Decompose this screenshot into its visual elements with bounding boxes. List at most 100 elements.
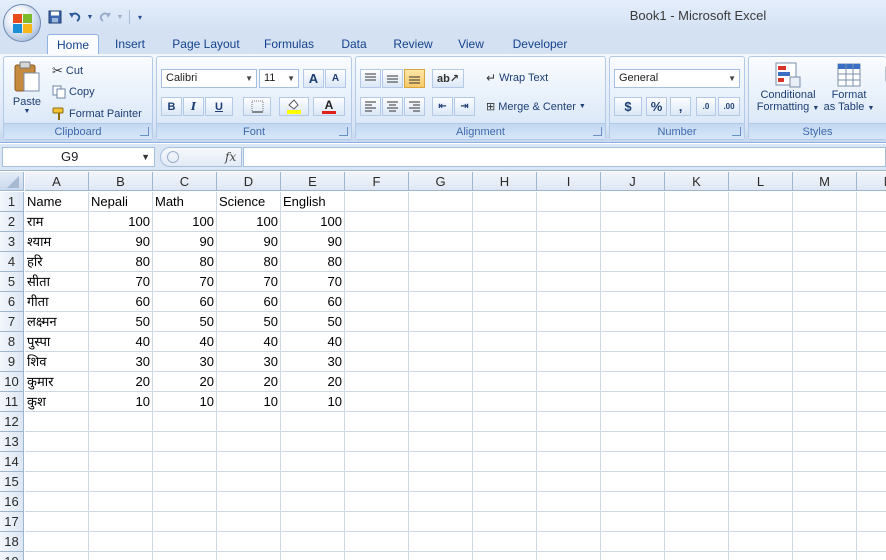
cell-b7[interactable]: 50 <box>89 312 153 332</box>
comma-button[interactable]: , <box>670 97 691 116</box>
row-header-2[interactable]: 2 <box>0 212 24 232</box>
cell-b13[interactable] <box>89 432 153 452</box>
cell-h5[interactable] <box>473 272 537 292</box>
cell-l2[interactable] <box>729 212 793 232</box>
merge-center-button[interactable]: ⊞ Merge & Center ▼ <box>486 100 586 114</box>
cell-h3[interactable] <box>473 232 537 252</box>
cell-n10[interactable] <box>857 372 886 392</box>
cell-k4[interactable] <box>665 252 729 272</box>
cell-f3[interactable] <box>345 232 409 252</box>
cell-d11[interactable]: 10 <box>217 392 281 412</box>
cell-n12[interactable] <box>857 412 886 432</box>
cell-f14[interactable] <box>345 452 409 472</box>
cell-f12[interactable] <box>345 412 409 432</box>
cell-l4[interactable] <box>729 252 793 272</box>
cell-j8[interactable] <box>601 332 665 352</box>
cell-a1[interactable]: Name <box>25 192 89 212</box>
cut-button[interactable]: ✂ Cut <box>52 63 83 79</box>
font-name-combo[interactable]: Calibri ▼ <box>161 69 257 88</box>
cell-c8[interactable]: 40 <box>153 332 217 352</box>
cell-a10[interactable]: कुमार <box>25 372 89 392</box>
cell-e10[interactable]: 20 <box>281 372 345 392</box>
cell-j4[interactable] <box>601 252 665 272</box>
cell-k2[interactable] <box>665 212 729 232</box>
cell-d4[interactable]: 80 <box>217 252 281 272</box>
chevron-down-icon[interactable]: ▼ <box>141 148 150 166</box>
align-middle-button[interactable] <box>382 69 403 88</box>
cell-m6[interactable] <box>793 292 857 312</box>
cell-b19[interactable] <box>89 552 153 560</box>
row-header-10[interactable]: 10 <box>0 372 24 392</box>
cell-e7[interactable]: 50 <box>281 312 345 332</box>
cell-k9[interactable] <box>665 352 729 372</box>
insert-function-icon[interactable]: fx <box>225 150 236 164</box>
cell-k7[interactable] <box>665 312 729 332</box>
cell-i7[interactable] <box>537 312 601 332</box>
cell-b14[interactable] <box>89 452 153 472</box>
cell-l14[interactable] <box>729 452 793 472</box>
cell-b17[interactable] <box>89 512 153 532</box>
cell-d17[interactable] <box>217 512 281 532</box>
office-button[interactable] <box>3 4 41 42</box>
copy-button[interactable]: Copy <box>52 85 95 99</box>
cell-l5[interactable] <box>729 272 793 292</box>
select-all-corner[interactable] <box>0 172 24 191</box>
cell-l9[interactable] <box>729 352 793 372</box>
cell-g8[interactable] <box>409 332 473 352</box>
cell-b6[interactable]: 60 <box>89 292 153 312</box>
cell-a2[interactable]: राम <box>25 212 89 232</box>
cell-g14[interactable] <box>409 452 473 472</box>
cell-c1[interactable]: Math <box>153 192 217 212</box>
align-right-button[interactable] <box>404 97 425 116</box>
cell-styles-button[interactable]: S <box>879 61 886 115</box>
row-header-8[interactable]: 8 <box>0 332 24 352</box>
cell-j15[interactable] <box>601 472 665 492</box>
cell-h14[interactable] <box>473 452 537 472</box>
font-size-combo[interactable]: 11 ▼ <box>259 69 299 88</box>
cell-i4[interactable] <box>537 252 601 272</box>
column-header-m[interactable]: M <box>793 172 857 191</box>
row-header-17[interactable]: 17 <box>0 512 24 532</box>
cell-b4[interactable]: 80 <box>89 252 153 272</box>
cell-g16[interactable] <box>409 492 473 512</box>
tab-formulas[interactable]: Formulas <box>258 34 320 54</box>
row-header-19[interactable]: 19 <box>0 552 24 560</box>
currency-button[interactable]: $ <box>614 97 642 116</box>
cell-g10[interactable] <box>409 372 473 392</box>
cell-e8[interactable]: 40 <box>281 332 345 352</box>
cell-n14[interactable] <box>857 452 886 472</box>
cell-n19[interactable] <box>857 552 886 560</box>
cell-i3[interactable] <box>537 232 601 252</box>
column-header-n[interactable]: N <box>857 172 886 191</box>
cell-d6[interactable]: 60 <box>217 292 281 312</box>
cell-k10[interactable] <box>665 372 729 392</box>
cell-e4[interactable]: 80 <box>281 252 345 272</box>
cell-j10[interactable] <box>601 372 665 392</box>
cell-n7[interactable] <box>857 312 886 332</box>
cell-c14[interactable] <box>153 452 217 472</box>
align-left-button[interactable] <box>360 97 381 116</box>
cell-g15[interactable] <box>409 472 473 492</box>
cell-i13[interactable] <box>537 432 601 452</box>
cell-k17[interactable] <box>665 512 729 532</box>
row-header-1[interactable]: 1 <box>0 192 24 212</box>
cell-g19[interactable] <box>409 552 473 560</box>
cell-h13[interactable] <box>473 432 537 452</box>
clipboard-launcher-icon[interactable] <box>140 127 149 136</box>
cell-j7[interactable] <box>601 312 665 332</box>
cell-g17[interactable] <box>409 512 473 532</box>
cell-m3[interactable] <box>793 232 857 252</box>
number-launcher-icon[interactable] <box>732 127 741 136</box>
cell-f1[interactable] <box>345 192 409 212</box>
percent-button[interactable]: % <box>646 97 667 116</box>
cell-g4[interactable] <box>409 252 473 272</box>
underline-button[interactable]: U <box>205 97 233 116</box>
cell-g6[interactable] <box>409 292 473 312</box>
cell-h10[interactable] <box>473 372 537 392</box>
cell-j9[interactable] <box>601 352 665 372</box>
cell-e17[interactable] <box>281 512 345 532</box>
column-header-e[interactable]: E <box>281 172 345 191</box>
cell-k18[interactable] <box>665 532 729 552</box>
cell-l8[interactable] <box>729 332 793 352</box>
tab-developer[interactable]: Developer <box>506 34 574 54</box>
